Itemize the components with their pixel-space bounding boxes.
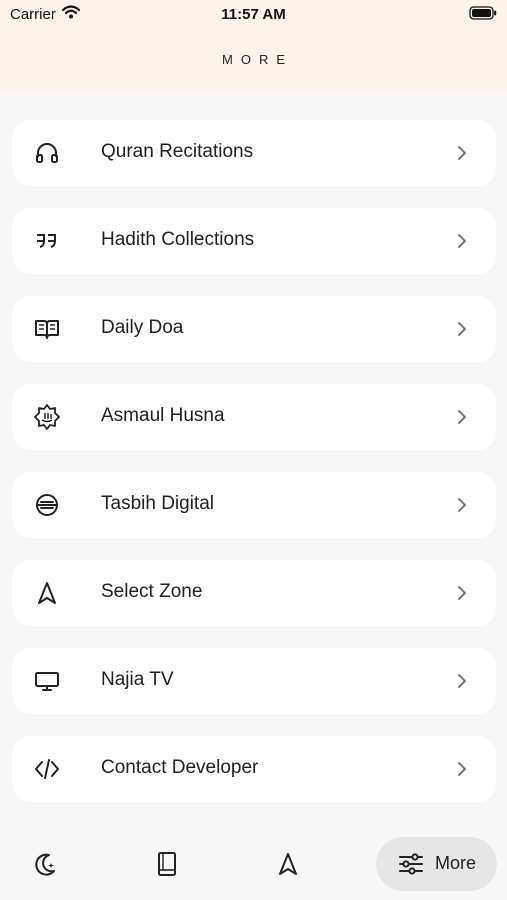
- chevron-right-icon: [456, 408, 468, 426]
- tab-more[interactable]: More: [376, 837, 497, 891]
- chevron-right-icon: [456, 672, 468, 690]
- headphones-icon: [34, 140, 60, 166]
- menu-item-label: Quran Recitations: [101, 141, 254, 162]
- menu-item-label: Hadith Collections: [101, 229, 255, 250]
- tab-qibla[interactable]: [276, 851, 300, 900]
- menu-item-tasbih-digital[interactable]: Tasbih Digital: [12, 472, 496, 538]
- chevron-right-icon: [456, 584, 468, 602]
- menu-item-quran-recitations[interactable]: Quran Recitations: [12, 120, 496, 186]
- menu-list: Quran Recitations Hadith Collections Dai…: [12, 120, 496, 824]
- sliders-icon: [398, 852, 424, 881]
- book-open-icon: [34, 316, 60, 342]
- tab-prayer[interactable]: [32, 851, 58, 900]
- menu-item-label: Tasbih Digital: [101, 493, 214, 514]
- monitor-icon: [34, 668, 60, 694]
- moon-star-icon: [32, 851, 58, 877]
- menu-item-label: Select Zone: [101, 581, 203, 602]
- page-title: MORE: [222, 52, 293, 67]
- tasbih-icon: [34, 492, 60, 518]
- menu-item-hadith-collections[interactable]: Hadith Collections: [12, 208, 496, 274]
- menu-item-contact-developer[interactable]: Contact Developer: [12, 736, 496, 802]
- battery-icon: [469, 6, 497, 24]
- menu-item-label: Daily Doa: [101, 317, 184, 338]
- menu-item-label: Asmaul Husna: [101, 405, 225, 426]
- book-icon: [155, 851, 179, 877]
- chevron-right-icon: [456, 760, 468, 778]
- chevron-right-icon: [456, 232, 468, 250]
- status-time: 11:57 AM: [221, 6, 286, 23]
- navigation-arrow-icon: [276, 851, 300, 877]
- header: MORE: [0, 30, 507, 92]
- navigation-arrow-icon: [34, 580, 60, 606]
- menu-item-daily-doa[interactable]: Daily Doa: [12, 296, 496, 362]
- status-bar: Carrier 11:57 AM: [0, 0, 507, 30]
- chevron-right-icon: [456, 496, 468, 514]
- code-icon: [34, 756, 60, 782]
- tab-quran[interactable]: [155, 851, 179, 900]
- menu-item-label: Najia TV: [101, 669, 174, 690]
- tab-bar: More: [0, 815, 507, 900]
- menu-item-asmaul-husna[interactable]: Asmaul Husna: [12, 384, 496, 450]
- chevron-right-icon: [456, 144, 468, 162]
- menu-item-najia-tv[interactable]: Najia TV: [12, 648, 496, 714]
- tab-more-label: More: [435, 853, 477, 873]
- quote-icon: [34, 228, 60, 254]
- chevron-right-icon: [456, 320, 468, 338]
- menu-item-label: Contact Developer: [101, 757, 259, 778]
- allah-badge-icon: [34, 404, 60, 430]
- menu-item-select-zone[interactable]: Select Zone: [12, 560, 496, 626]
